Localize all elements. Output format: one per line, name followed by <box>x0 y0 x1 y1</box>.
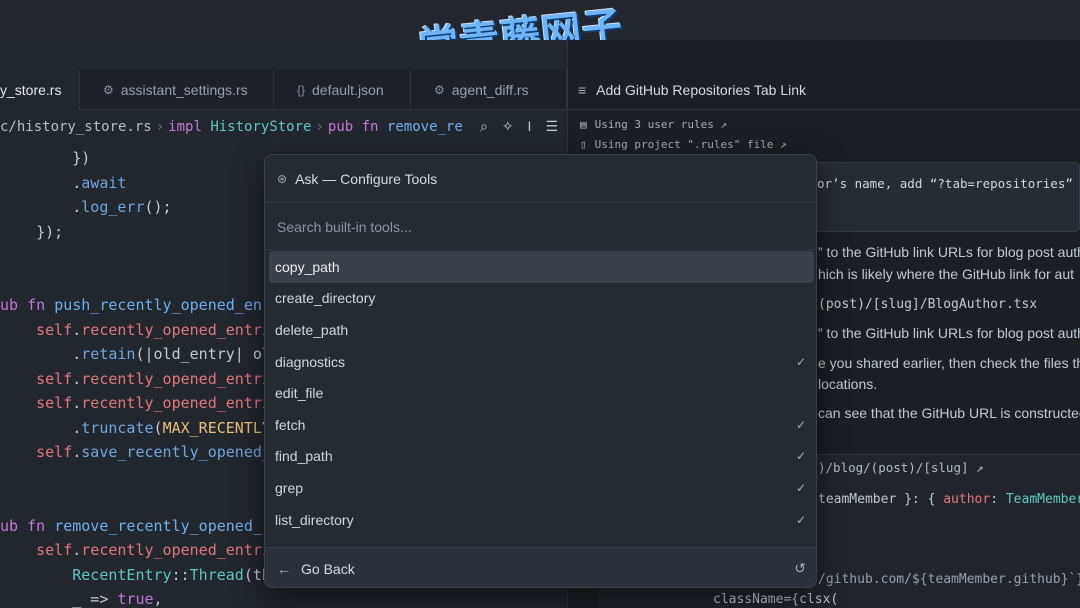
cursor-icon[interactable]: I <box>528 118 532 135</box>
check-icon: ✓ <box>795 417 806 432</box>
modal-search <box>265 204 816 250</box>
rust-file-icon: ⚙ <box>103 83 114 97</box>
project-rules-link[interactable]: ▯ Using project ".rules" file ↗ <box>580 138 787 151</box>
modal-header: ⊛ Ask — Configure Tools <box>265 155 816 203</box>
arrow-left-icon: ← <box>277 560 291 577</box>
response-text: hich is likely where the GitHub link for… <box>818 266 1074 282</box>
tool-name: copy_path <box>275 258 340 275</box>
response-text: ” to the GitHub link URLs for blog post … <box>818 244 1080 260</box>
menu-icon[interactable]: ≡ <box>578 82 586 98</box>
code-line: _ => true, <box>0 590 163 608</box>
code-token: author <box>943 492 991 507</box>
tab-label: y_store.rs <box>0 82 62 98</box>
user-message-text: or’s name, add “?tab=repositories” to <box>817 176 1080 191</box>
editor-toolbar: ⌕ ✧ I ☰ <box>471 118 558 135</box>
tool-name: diagnostics <box>275 353 346 370</box>
modal-title: Ask — Configure Tools <box>295 170 438 187</box>
reset-icon[interactable]: ↺ <box>794 560 806 577</box>
chevron-right-icon: › <box>315 119 324 135</box>
tab-label: default.json <box>312 82 384 98</box>
thread-title: Add GitHub Repositories Tab Link <box>596 81 807 98</box>
go-back-button[interactable]: ← Go Back ↺ <box>265 547 816 587</box>
tool-name: create_directory <box>275 290 376 307</box>
tool-name: fetch <box>275 416 306 433</box>
tool-item-fetch[interactable]: fetch ✓ <box>269 409 814 441</box>
tool-name: delete_path <box>275 321 349 338</box>
code-snippet-line: /github.com/${teamMember.github}`} <box>818 572 1080 587</box>
settings-sliders-icon[interactable]: ☰ <box>545 118 558 135</box>
search-icon[interactable]: ⌕ <box>480 118 488 135</box>
tab-history-store[interactable]: y_store.rs <box>0 70 80 110</box>
file-icon: ▯ <box>580 138 587 151</box>
tab-default-json[interactable]: {} default.json <box>275 70 411 110</box>
response-text: e you shared earlier, then check the fil… <box>818 355 1080 371</box>
json-file-icon: {} <box>297 83 306 97</box>
tool-item-edit-file[interactable]: edit_file <box>269 377 814 409</box>
response-text: locations. <box>818 376 878 392</box>
tool-name: grep <box>275 479 304 496</box>
tool-item-find-path[interactable]: find_path ✓ <box>269 441 814 473</box>
tab-agent-diff[interactable]: ⚙ agent_diff.rs <box>412 70 567 110</box>
check-icon: ✓ <box>795 449 806 464</box>
tool-item-diagnostics[interactable]: diagnostics ✓ <box>269 346 814 378</box>
rules-icon: ▤ <box>580 118 587 131</box>
editor-tab-bar: y_store.rs ⚙ assistant_settings.rs {} de… <box>0 70 567 110</box>
profile-icon: ⊛ <box>277 171 288 186</box>
tool-name: edit_file <box>275 385 324 402</box>
code-block-path[interactable]: )/blog/(post)/[slug] ↗ <box>818 460 984 475</box>
code-snippet-line: className={clsx( <box>713 592 839 607</box>
response-text: can see that the GitHub URL is construct… <box>818 405 1080 421</box>
check-icon: ✓ <box>795 480 806 495</box>
tool-item-copy-path[interactable]: copy_path <box>269 251 814 283</box>
rust-file-icon: ⚙ <box>434 83 445 97</box>
response-text: ” to the GitHub link URLs for blog post … <box>818 325 1080 341</box>
code-token: TeamMember <box>1005 492 1080 507</box>
tab-label: agent_diff.rs <box>451 82 529 98</box>
tool-item-grep[interactable]: grep ✓ <box>269 472 814 504</box>
breadcrumb-fn-keyword: pub fn <box>327 119 379 135</box>
breadcrumb-fn-name[interactable]: remove_re <box>387 119 463 135</box>
go-back-label: Go Back <box>301 560 355 577</box>
response-file-path[interactable]: (post)/[slug]/BlogAuthor.tsx <box>818 297 1037 312</box>
breadcrumb-impl-keyword: impl <box>168 119 202 135</box>
tab-assistant-settings[interactable]: ⚙ assistant_settings.rs <box>81 70 274 110</box>
tool-item-delete-path[interactable]: delete_path <box>269 314 814 346</box>
tool-item-list-directory[interactable]: list_directory ✓ <box>269 504 814 536</box>
code-token: teamMember }: { <box>818 492 936 507</box>
tool-list: copy_path create_directory delete_pathdiag… <box>269 251 814 535</box>
sparkle-icon[interactable]: ✧ <box>502 118 514 135</box>
search-tools-input[interactable] <box>277 216 797 238</box>
breadcrumb-path[interactable]: c/history_store.rs <box>0 119 152 135</box>
tool-name: list_directory <box>275 511 354 528</box>
rule-text: Using 3 user rules ↗ <box>594 118 728 131</box>
tool-item-create-directory[interactable]: create_directory <box>269 283 814 315</box>
code-snippet-line: teamMember }: { author: TeamMember } <box>818 492 1080 507</box>
breadcrumb-impl-type[interactable]: HistoryStore <box>210 119 311 135</box>
rule-text: Using project ".rules" file ↗ <box>594 138 787 151</box>
thread-header: ≡ Add GitHub Repositories Tab Link <box>568 70 1080 110</box>
check-icon: ✓ <box>795 354 806 369</box>
tab-label: assistant_settings.rs <box>120 82 248 98</box>
tool-name: find_path <box>275 448 333 465</box>
chevron-right-icon: › <box>155 119 165 135</box>
configure-tools-modal: ⊛ Ask — Configure Tools copy_path create_… <box>264 154 817 588</box>
user-rules-link[interactable]: ▤ Using 3 user rules ↗ <box>580 118 727 131</box>
check-icon: ✓ <box>795 512 806 527</box>
